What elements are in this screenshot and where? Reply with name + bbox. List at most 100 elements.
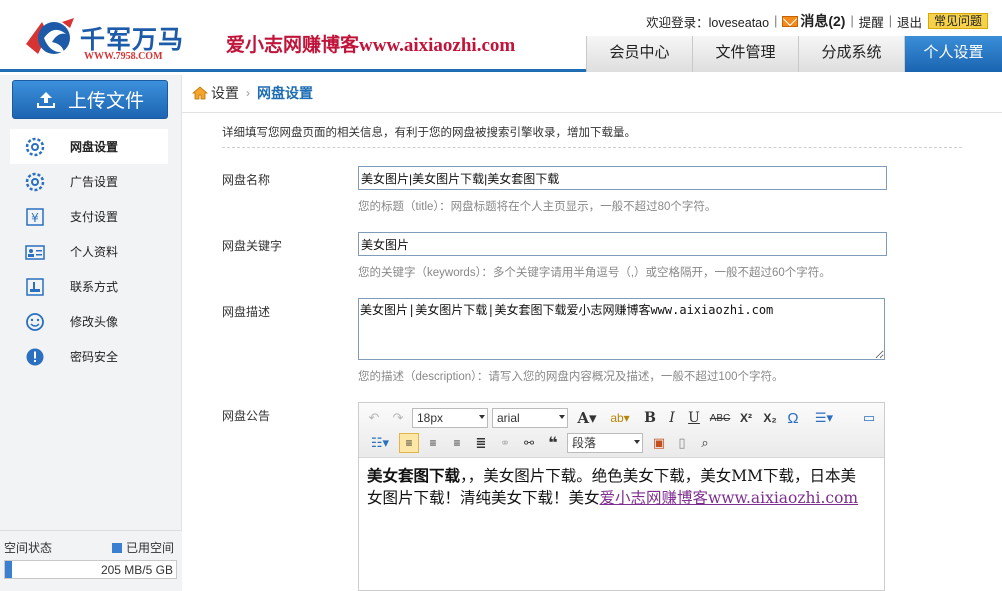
chevron-down-icon — [559, 415, 565, 419]
unlink-icon[interactable]: ⚭ — [495, 433, 515, 453]
preview-icon[interactable]: ⌕ — [695, 433, 715, 453]
storage-legend: 已用空间 — [111, 539, 174, 556]
blockquote-icon[interactable]: ❝ — [543, 433, 563, 453]
settings-menu: 网盘设置 广告设置 ¥ 支付设置 个人资料 联系方式 修改头像 密码安全 — [10, 129, 168, 374]
document-icon[interactable]: ▯ — [672, 433, 692, 453]
divider: | — [774, 14, 778, 28]
fullscreen-icon[interactable]: ▭ — [859, 408, 879, 428]
font-size-select[interactable]: 18px — [412, 408, 488, 428]
upload-label: 上传文件 — [67, 91, 144, 112]
site-header: 千军万马 WWW.7958.COM 爱小志网赚博客www.aixiaozhi.c… — [0, 0, 1002, 72]
font-family-value: arial — [497, 411, 520, 425]
redo-icon[interactable]: ↷ — [389, 408, 407, 428]
sidebar-item-payment-settings[interactable]: ¥ 支付设置 — [10, 199, 168, 234]
legend-label: 已用空间 — [125, 541, 174, 555]
tab-member-center[interactable]: 会员中心 — [586, 36, 692, 72]
numbered-list-icon[interactable]: ☷▾ — [365, 433, 395, 453]
logo-url: WWW.7958.COM — [84, 51, 163, 62]
svg-text:¥: ¥ — [31, 211, 39, 225]
chevron-down-icon — [479, 415, 485, 419]
tab-file-management[interactable]: 文件管理 — [692, 36, 798, 72]
logout-link[interactable]: 退出 — [897, 12, 922, 31]
font-size-value: 18px — [417, 411, 444, 425]
bold-icon[interactable]: B — [641, 408, 659, 428]
paragraph-value: 段落 — [572, 436, 597, 450]
sidebar: 上传文件 网盘设置 广告设置 ¥ 支付设置 个人资料 联系方式 修改头像 密码安… — [0, 75, 182, 591]
align-right-icon[interactable]: ≡ — [447, 433, 467, 453]
breadcrumb: 设置 › 网盘设置 — [192, 83, 313, 103]
sidebar-item-label: 支付设置 — [70, 210, 119, 224]
legend-swatch — [111, 542, 122, 553]
storage-progress-fill — [5, 561, 12, 578]
undo-icon[interactable]: ↶ — [365, 408, 383, 428]
blog-banner: 爱小志网赚博客www.aixiaozhi.com — [226, 35, 516, 56]
remind-link[interactable]: 提醒 — [859, 12, 884, 31]
sidebar-item-label: 广告设置 — [70, 175, 119, 189]
breadcrumb-root[interactable]: 设置 — [211, 83, 239, 103]
mail-icon — [782, 15, 799, 27]
gear-icon — [24, 136, 46, 158]
italic-icon[interactable]: I — [663, 408, 681, 428]
alert-icon — [24, 346, 46, 368]
gear-icon — [24, 171, 46, 193]
sidebar-item-ad-settings[interactable]: 广告设置 — [10, 164, 168, 199]
superscript-icon[interactable]: X² — [736, 408, 756, 428]
link-icon[interactable]: ⚯ — [519, 433, 539, 453]
storage-label: 空间状态 — [4, 541, 53, 555]
tab-revenue-share[interactable]: 分成系统 — [798, 36, 904, 72]
description-label: 网盘描述 — [222, 305, 271, 319]
upload-button[interactable]: 上传文件 — [12, 80, 168, 119]
font-family-select[interactable]: arial — [492, 408, 568, 428]
breadcrumb-current: 网盘设置 — [257, 85, 313, 101]
id-card-icon — [24, 241, 46, 263]
underline-icon[interactable]: U — [685, 408, 703, 428]
smiley-icon — [24, 311, 46, 333]
disk-name-hint: 您的标题（title）：网盘标题将在个人主页显示，一般不超过80个字符。 — [358, 201, 717, 213]
strikethrough-icon[interactable]: ABC — [708, 408, 732, 428]
special-char-icon[interactable]: Ω — [784, 408, 802, 428]
storage-status: 空间状态 已用空间 205 MB/5 GB — [0, 530, 182, 591]
description-hint: 您的描述（description）：请写入您的网盘内容概况及描述，一般不超过10… — [358, 371, 784, 383]
font-color-icon[interactable]: A▾ — [573, 408, 601, 428]
upload-icon — [36, 91, 55, 108]
keywords-input[interactable] — [358, 232, 887, 256]
sidebar-item-contact[interactable]: 联系方式 — [10, 269, 168, 304]
align-left-icon[interactable]: ≡ — [399, 433, 419, 453]
contact-icon — [24, 276, 46, 298]
storage-progress-bar: 205 MB/5 GB — [4, 560, 177, 579]
storage-usage-text: 205 MB/5 GB — [100, 563, 173, 577]
breadcrumb-separator: › — [246, 86, 250, 100]
subscript-icon[interactable]: X₂ — [760, 408, 780, 428]
disk-name-label: 网盘名称 — [222, 173, 271, 187]
editor-content[interactable]: 美女套图下载，，美女图片下载。绝色美女下载，美女MM下载，日本美女图片下载！清纯… — [367, 465, 867, 509]
tab-personal-settings[interactable]: 个人设置 — [904, 36, 1002, 72]
sidebar-item-disk-settings[interactable]: 网盘设置 — [10, 129, 168, 164]
editor-toolbar: ↶ ↷ 18px arial A▾ ab▾ B I U ABC X² X₂ Ω … — [359, 403, 884, 458]
align-center-icon[interactable]: ≡ — [423, 433, 443, 453]
paragraph-select[interactable]: 段落 — [567, 433, 643, 453]
sidebar-item-label: 个人资料 — [70, 245, 119, 259]
dashed-divider — [222, 147, 962, 148]
highlight-color-icon[interactable]: ab▾ — [605, 408, 635, 428]
main-nav: 会员中心 文件管理 分成系统 个人设置 — [586, 36, 1002, 72]
disk-name-input[interactable] — [358, 166, 887, 190]
justify-icon[interactable]: ≣ — [471, 433, 491, 453]
sidebar-item-label: 密码安全 — [70, 350, 119, 364]
sidebar-item-avatar[interactable]: 修改头像 — [10, 304, 168, 339]
sidebar-item-profile[interactable]: 个人资料 — [10, 234, 168, 269]
keywords-label: 网盘关键字 — [222, 239, 283, 253]
sidebar-item-label: 修改头像 — [70, 315, 119, 329]
description-textarea[interactable]: 美女图片|美女图片下载|美女套图下载爱小志网赚博客www.aixiaozhi.c… — [358, 298, 885, 360]
content-link[interactable]: 爱小志网赚博客www.aixiaozhi.com — [600, 489, 859, 507]
image-icon[interactable]: ▣ — [649, 433, 669, 453]
faq-button[interactable]: 常见问题 — [927, 13, 988, 29]
chevron-down-icon — [634, 440, 640, 444]
sidebar-item-label: 网盘设置 — [70, 140, 119, 154]
site-logo[interactable]: 千军万马 WWW.7958.COM — [22, 14, 192, 64]
divider — [182, 112, 1002, 113]
sidebar-item-password[interactable]: 密码安全 — [10, 339, 168, 374]
messages-link[interactable]: 消息(2) — [800, 11, 845, 31]
bullet-list-icon[interactable]: ☰▾ — [809, 408, 839, 428]
divider: | — [850, 14, 854, 28]
home-icon — [192, 86, 208, 100]
